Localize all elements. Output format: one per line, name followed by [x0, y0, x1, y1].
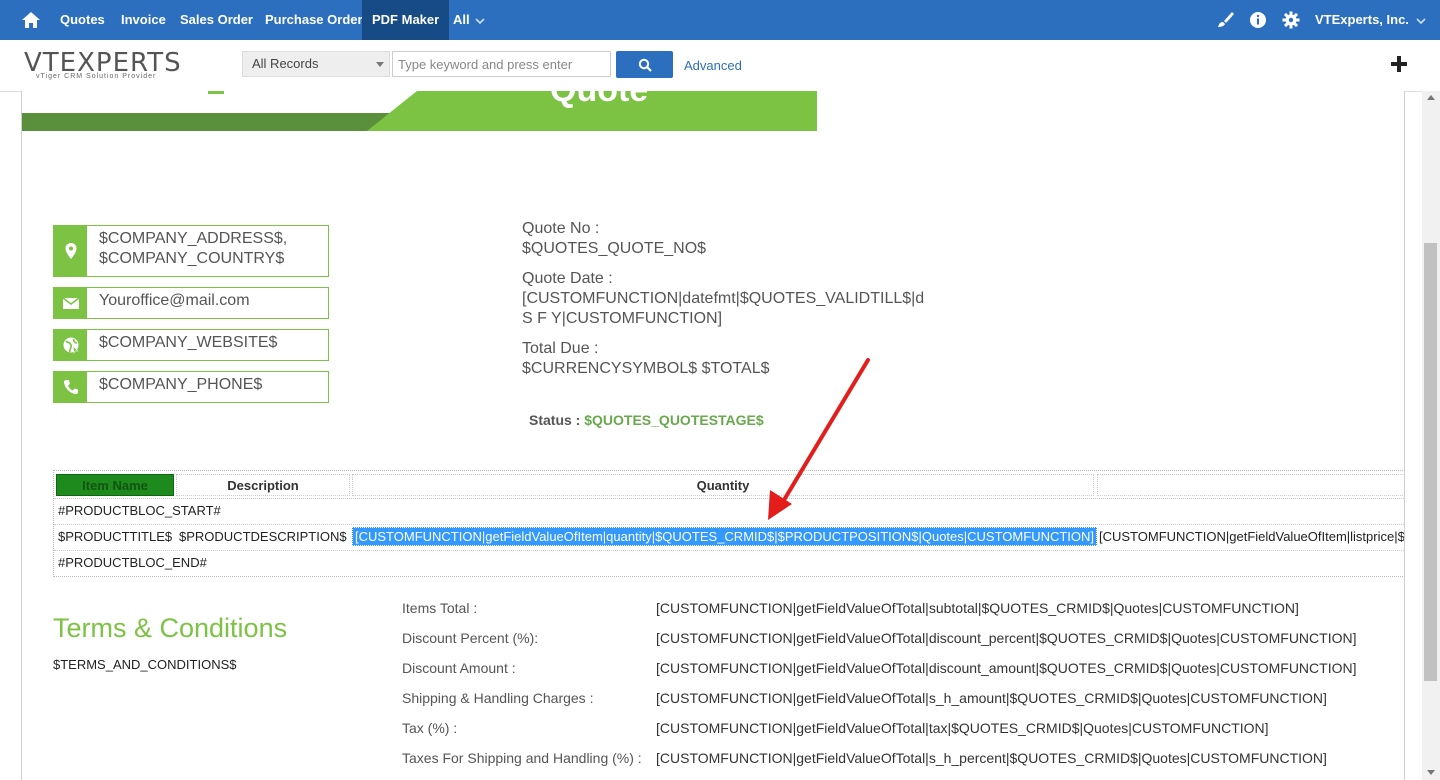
quote-date-label: Quote Date :: [522, 270, 613, 287]
banner-title: Quote: [550, 91, 648, 110]
company-email: Youroffice@mail.com: [99, 292, 250, 309]
company-name: VTExperts, Inc.: [1315, 12, 1409, 27]
tax-value: [CUSTOMFUNCTION|getFieldValueOfTotal|tax…: [656, 720, 1269, 736]
address-line-1: $COMPANY_ADDRESS$,: [99, 230, 288, 247]
search-button[interactable]: [616, 51, 673, 78]
nav-all-label: All: [453, 12, 470, 27]
advanced-search-link[interactable]: Advanced: [684, 58, 742, 73]
quote-date-value-1: [CUSTOMFUNCTION|datefmt|$QUOTES_VALIDTIL…: [522, 290, 925, 307]
row-divider: [54, 550, 1404, 551]
search-icon: [638, 58, 652, 72]
nav-quotes[interactable]: Quotes: [60, 0, 105, 40]
header-description[interactable]: Description: [176, 474, 350, 496]
discount-percent-value: [CUSTOMFUNCTION|getFieldValueOfTotal|dis…: [656, 630, 1357, 646]
top-navigation-bar: Quotes Invoice Sales Order Purchase Orde…: [0, 0, 1440, 40]
header-empty-cell[interactable]: [1097, 474, 1404, 496]
shipping-charges-value: [CUSTOMFUNCTION|getFieldValueOfTotal|s_h…: [656, 690, 1327, 706]
logo-tagline: vTiger CRM Solution Provider: [36, 73, 157, 80]
globe-icon: [63, 337, 79, 354]
terms-title: Terms & Conditions: [53, 613, 288, 643]
caret-down-icon: [376, 62, 384, 67]
chevron-down-icon: [475, 17, 485, 24]
email-box: Youroffice@mail.com: [53, 287, 329, 319]
scrollbar-thumb[interactable]: [1424, 243, 1437, 681]
banner-graphic: [22, 91, 817, 131]
scroll-down-icon[interactable]: [1427, 770, 1435, 775]
header-banner: Quote: [22, 91, 817, 131]
record-filter-select[interactable]: All Records: [242, 51, 390, 77]
website-box: $COMPANY_WEBSITE$: [53, 329, 329, 361]
nav-invoice[interactable]: Invoice: [121, 0, 166, 40]
product-bloc-end[interactable]: #PRODUCTBLOC_END#: [58, 555, 207, 570]
scroll-up-icon[interactable]: [1427, 95, 1435, 100]
chevron-down-icon: [1416, 17, 1426, 24]
email-icon-bg: [54, 288, 87, 318]
tax-label: Tax (%) :: [402, 720, 458, 736]
record-filter-value: All Records: [252, 56, 319, 71]
shipping-charges-label: Shipping & Handling Charges :: [402, 690, 594, 706]
company-phone: $COMPANY_PHONE$: [99, 376, 263, 393]
phone-icon-bg: [54, 372, 87, 402]
address-box: $COMPANY_ADDRESS$, $COMPANY_COUNTRY$: [53, 225, 329, 277]
row-divider: [54, 524, 1404, 525]
info-icon[interactable]: [1248, 10, 1268, 30]
nav-pdf-maker[interactable]: PDF Maker: [362, 0, 450, 40]
discount-amount-value: [CUSTOMFUNCTION|getFieldValueOfTotal|dis…: [656, 660, 1357, 676]
listprice-cell[interactable]: [CUSTOMFUNCTION|getFieldValueOfItem|list…: [1099, 529, 1404, 544]
terms-value: $TERMS_AND_CONDITIONS$: [53, 657, 237, 672]
status-line: Status : $QUOTES_QUOTESTAGE$: [529, 412, 764, 428]
header-quantity[interactable]: Quantity: [352, 474, 1094, 496]
nav-sales-order[interactable]: Sales Order: [180, 0, 253, 40]
nav-purchase-order[interactable]: Purchase Order: [265, 0, 363, 40]
address-line-2: $COMPANY_COUNTRY$: [99, 250, 285, 267]
nav-all-menu[interactable]: All: [453, 0, 485, 40]
search-input[interactable]: [392, 51, 611, 77]
product-title-cell[interactable]: $PRODUCTTITLE$: [58, 529, 172, 544]
quote-date-value-2: S F Y|CUSTOMFUNCTION]: [522, 310, 723, 327]
shipping-tax-value: [CUSTOMFUNCTION|getFieldValueOfTotal|s_h…: [656, 750, 1327, 766]
brush-icon[interactable]: [1215, 10, 1235, 30]
map-pin-icon: [65, 243, 77, 259]
total-due-value: $CURRENCYSYMBOL$ $TOTAL$: [522, 360, 770, 377]
quote-no-value: $QUOTES_QUOTE_NO$: [522, 240, 707, 257]
company-address: $COMPANY_ADDRESS$, $COMPANY_COUNTRY$: [99, 229, 287, 269]
annotation-arrow-icon: [768, 358, 870, 520]
gear-icon[interactable]: [1281, 10, 1301, 30]
status-label: Status :: [529, 412, 585, 428]
vertical-scrollbar[interactable]: [1422, 91, 1440, 780]
address-icon-bg: [54, 226, 87, 276]
company-website: $COMPANY_WEBSITE$: [99, 334, 278, 351]
row-divider: [54, 498, 1404, 499]
status-value: $QUOTES_QUOTESTAGE$: [584, 412, 764, 428]
phone-box: $COMPANY_PHONE$: [53, 371, 329, 403]
vtexperts-logo[interactable]: VTEXPERTS vTiger CRM Solution Provider: [24, 48, 184, 86]
website-icon-bg: [54, 330, 87, 360]
quantity-cell-selected[interactable]: [CUSTOMFUNCTION|getFieldValueOfItem|quan…: [352, 527, 1098, 546]
discount-amount-label: Discount Amount :: [402, 660, 516, 676]
phone-icon: [64, 380, 78, 394]
plus-icon[interactable]: [1390, 55, 1408, 73]
product-table[interactable]: Item Name Description Quantity #PRODUCTB…: [53, 470, 1404, 577]
shipping-tax-label: Taxes For Shipping and Handling (%) :: [402, 750, 642, 766]
pdf-template-preview[interactable]: Quote $COMPANY_ADDRESS$, $COMPANY_COUNTRY…: [21, 91, 1405, 780]
home-icon[interactable]: [20, 9, 42, 31]
items-total-label: Items Total :: [402, 600, 478, 616]
quote-no-label: Quote No :: [522, 220, 600, 237]
product-description-cell[interactable]: $PRODUCTDESCRIPTION$: [179, 529, 347, 544]
items-total-value: [CUSTOMFUNCTION|getFieldValueOfTotal|sub…: [656, 600, 1299, 616]
header-item-name[interactable]: Item Name: [56, 474, 174, 496]
total-due-label: Total Due :: [522, 340, 599, 357]
discount-percent-label: Discount Percent (%):: [402, 630, 539, 646]
company-menu[interactable]: VTExperts, Inc.: [1315, 0, 1426, 40]
product-bloc-start[interactable]: #PRODUCTBLOC_START#: [58, 503, 221, 518]
envelope-icon: [62, 297, 80, 309]
